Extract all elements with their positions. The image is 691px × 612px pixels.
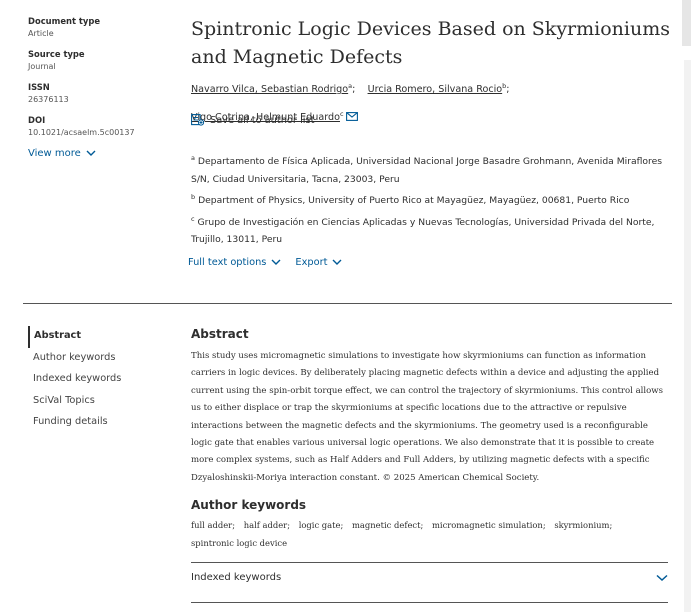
scrollbar-track[interactable] — [684, 60, 691, 612]
accordion-divider — [191, 602, 668, 603]
nav-item-indexed-keywords[interactable]: Indexed keywords — [28, 369, 178, 391]
keyword: spintronic logic device — [191, 537, 288, 548]
keyword: micromagnetic simulation; — [431, 520, 546, 530]
chevron-down-icon — [332, 259, 342, 265]
section-divider — [23, 303, 672, 304]
affiliation-marker: c — [191, 214, 195, 223]
scrollbar-top — [682, 0, 691, 46]
nav-item-abstract[interactable]: Abstract — [28, 326, 178, 348]
document-actions: Full text options Export — [188, 257, 342, 268]
author-keywords-list: full adder; half adder; logic gate; magn… — [191, 517, 671, 552]
affiliation-text: Departamento de Física Aplicada, Univers… — [191, 156, 663, 185]
chevron-down-icon — [86, 150, 96, 156]
full-text-options-label: Full text options — [188, 257, 267, 268]
affiliation-item: c Grupo de Investigación en Ciencias Apl… — [191, 211, 671, 249]
keyword: half adder; — [243, 520, 291, 530]
author-entry: Urcia Romero, Silvana Rociob; — [368, 82, 510, 96]
meta-value[interactable]: 10.1021/acsaelm.5c00137 — [28, 126, 178, 139]
affiliation-item: a Departamento de Física Aplicada, Unive… — [191, 150, 671, 188]
meta-source-type: Source type Journal — [28, 49, 178, 73]
affiliations: a Departamento de Física Aplicada, Unive… — [191, 150, 671, 250]
view-more-button[interactable]: View more — [28, 148, 178, 159]
chevron-down-icon — [271, 259, 281, 265]
author-link[interactable]: Navarro Vilca, Sebastian Rodrigo — [191, 84, 348, 95]
keyword: logic gate; — [298, 520, 344, 530]
keyword: magnetic defect; — [351, 520, 424, 530]
affiliation-marker: c — [339, 110, 344, 119]
abstract-text: This study uses micromagnetic simulation… — [191, 351, 663, 483]
nav-item-funding-details[interactable]: Funding details — [28, 412, 178, 434]
meta-value: Journal — [28, 62, 56, 71]
document-title: Spintronic Logic Devices Based on Skyrmi… — [191, 18, 670, 68]
save-label: Save all to author list — [210, 114, 315, 126]
keyword: full adder; — [191, 520, 236, 530]
export-label: Export — [295, 257, 328, 268]
email-icon[interactable] — [345, 112, 358, 122]
author-separator: ; — [506, 84, 510, 96]
author-link[interactable]: Urcia Romero, Silvana Rocio — [368, 84, 503, 95]
nav-item-scival-topics[interactable]: SciVal Topics — [28, 391, 178, 413]
export-button[interactable]: Export — [295, 257, 342, 268]
author-separator: ; — [352, 84, 356, 96]
nav-item-author-keywords[interactable]: Author keywords — [28, 348, 178, 370]
meta-document-type: Document type Article — [28, 16, 178, 40]
meta-value: 26376113 — [28, 95, 69, 104]
indexed-keywords-heading: Indexed keywords — [191, 572, 282, 583]
meta-label: ISSN — [28, 82, 50, 92]
meta-label: Document type — [28, 16, 101, 26]
affiliation-marker: a — [191, 154, 195, 162]
affiliation-text: Department of Physics, University of Pue… — [198, 195, 630, 207]
view-more-label: View more — [28, 148, 81, 159]
abstract-heading: Abstract — [191, 327, 249, 341]
meta-issn: ISSN 26376113 — [28, 82, 178, 106]
author-entry: Navarro Vilca, Sebastian Rodrigoa; — [191, 82, 356, 96]
indexed-keywords-accordion[interactable]: Indexed keywords — [191, 572, 668, 583]
keyword: skyrmionium; — [554, 520, 613, 530]
meta-doi: DOI 10.1021/acsaelm.5c00137 — [28, 115, 178, 139]
chevron-down-icon — [656, 574, 668, 581]
affiliation-item: b Department of Physics, University of P… — [191, 189, 671, 210]
save-to-author-list-button[interactable]: Save all to author list — [191, 114, 314, 126]
affiliation-text: Grupo de Investigación en Ciencias Aplic… — [191, 216, 655, 246]
document-meta: Document type Article Source type Journa… — [28, 16, 178, 159]
author-keywords-heading: Author keywords — [191, 498, 307, 512]
affiliation-marker: b — [191, 193, 196, 202]
meta-value: Article — [28, 29, 54, 38]
section-nav: Abstract Author keywords Indexed keyword… — [28, 326, 178, 434]
author-list-icon — [191, 114, 204, 126]
accordion-divider — [191, 562, 668, 563]
full-text-options-button[interactable]: Full text options — [188, 257, 281, 268]
meta-label: Source type — [28, 49, 85, 59]
meta-label: DOI — [28, 115, 46, 125]
